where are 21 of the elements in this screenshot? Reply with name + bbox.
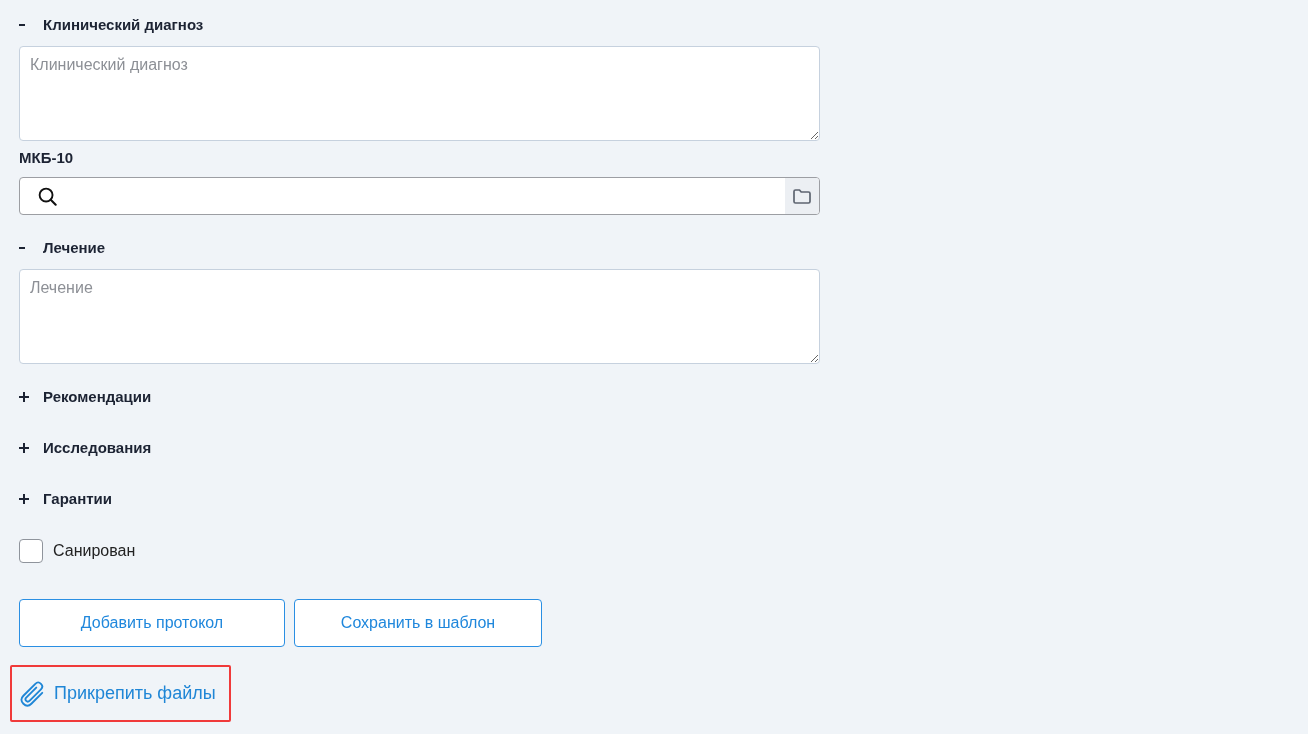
- folder-icon: [793, 188, 811, 204]
- text-area-field[interactable]: Лечение: [19, 269, 820, 364]
- section-title: Лечение: [43, 238, 106, 258]
- folder-button[interactable]: [785, 178, 819, 214]
- plus-icon[interactable]: [19, 494, 29, 504]
- section-title: Исследования: [43, 438, 152, 458]
- checkbox[interactable]: [19, 539, 43, 563]
- section-title: Клинический диагноз: [43, 15, 204, 35]
- text-area-field[interactable]: Клинический диагноз: [19, 46, 820, 141]
- search-field[interactable]: [19, 177, 820, 215]
- search-icon: [38, 186, 57, 206]
- checkbox-label: Санирован: [53, 541, 136, 561]
- outline-button[interactable]: Сохранить в шаблон: [294, 599, 542, 647]
- section-title: Гарантии: [43, 489, 112, 509]
- field-label: МКБ-10: [19, 148, 74, 168]
- outline-button[interactable]: Добавить протокол: [19, 599, 285, 647]
- attach-files-link[interactable]: Прикрепить файлы: [20, 680, 216, 707]
- paperclip-icon: [20, 680, 44, 707]
- plus-icon[interactable]: [19, 392, 29, 402]
- section-title: Рекомендации: [43, 387, 152, 407]
- plus-icon[interactable]: [19, 443, 29, 453]
